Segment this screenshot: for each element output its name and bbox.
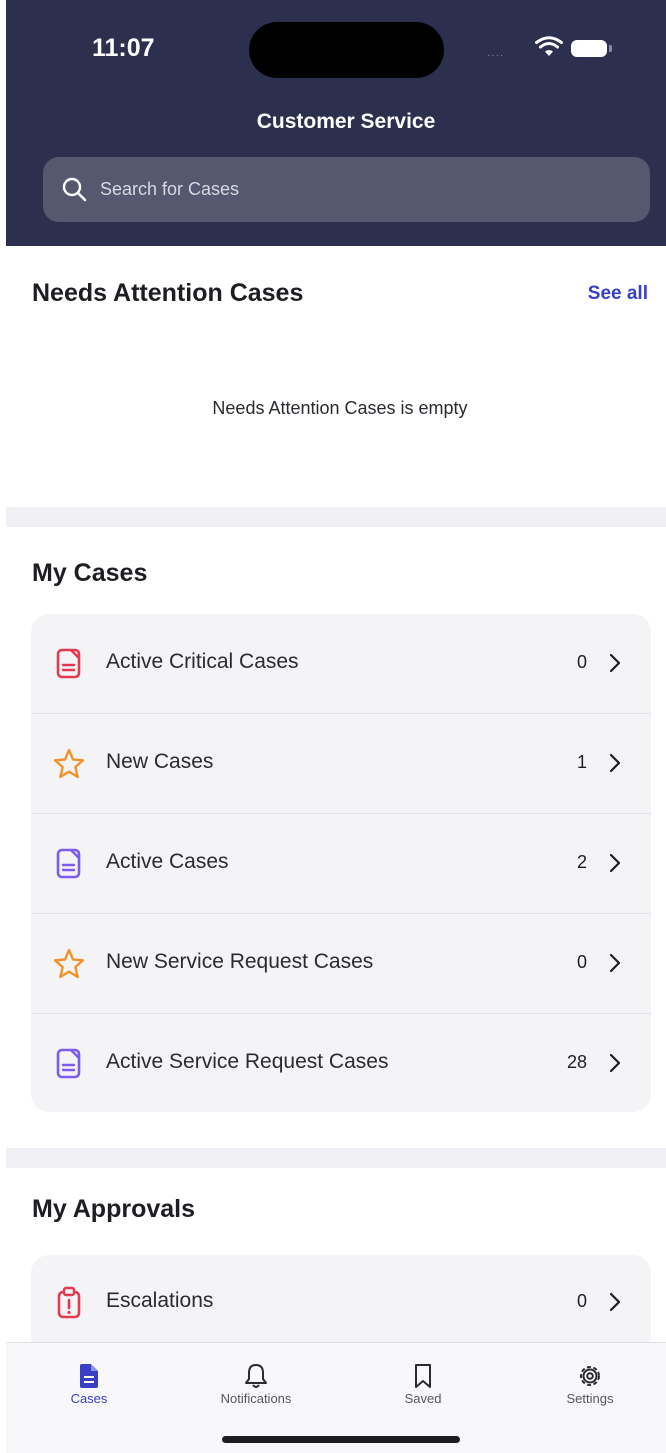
list-item-count: 0 (576, 1291, 587, 1311)
clipboard-alert-icon (57, 1286, 81, 1319)
list-item-count: 0 (576, 952, 587, 972)
list-item-label: Escalations (106, 1289, 214, 1312)
status-time: 11:07 (92, 34, 155, 62)
tab-label: Notifications (220, 1391, 292, 1406)
tab-label: Cases (70, 1391, 108, 1406)
chevron-right-icon (609, 853, 621, 873)
tab-settings[interactable]: Settings (525, 1343, 655, 1413)
list-item-count: 1 (576, 752, 587, 772)
star-icon (53, 948, 85, 979)
tab-saved[interactable]: Saved (358, 1343, 488, 1413)
section-divider (6, 1148, 666, 1168)
list-item-count: 2 (576, 852, 587, 872)
wifi-icon (535, 36, 563, 56)
star-icon (53, 748, 85, 779)
search-input[interactable]: Search for Cases (43, 157, 650, 222)
gear-icon (580, 1366, 600, 1386)
list-item-label: New Cases (106, 750, 214, 773)
needs-attention-title: Needs Attention Cases (32, 279, 304, 307)
list-item-label: Active Critical Cases (106, 650, 299, 673)
battery-icon (571, 40, 607, 57)
chevron-right-icon (609, 653, 621, 673)
page-title: Customer Service (256, 110, 436, 133)
chevron-right-icon (609, 953, 621, 973)
search-icon (62, 177, 87, 202)
battery-tip (609, 45, 612, 52)
list-item-label: Active Cases (106, 850, 229, 873)
tab-notifications[interactable]: Notifications (191, 1343, 321, 1413)
search-placeholder: Search for Cases (100, 179, 240, 199)
list-item-count: 0 (576, 652, 587, 672)
list-item-active-critical-cases[interactable]: Active Critical Cases 0 (31, 614, 651, 714)
tab-label: Settings (566, 1391, 614, 1406)
home-indicator (222, 1436, 460, 1443)
list-item-active-service-request-cases[interactable]: Active Service Request Cases 28 (31, 1014, 651, 1112)
dynamic-island (249, 22, 444, 78)
list-item-label: New Service Request Cases (106, 950, 374, 973)
my-approvals-title: My Approvals (32, 1195, 196, 1223)
document-icon (56, 1048, 81, 1079)
app-header: 11:07 ···· Customer Service Search for C… (6, 0, 666, 246)
bell-icon (245, 1364, 267, 1388)
chevron-right-icon (609, 1053, 621, 1073)
bookmark-icon (415, 1364, 431, 1388)
list-item-active-cases[interactable]: Active Cases 2 (31, 814, 651, 914)
cellular-signal-icon: ···· (487, 50, 505, 61)
list-item-count: 28 (566, 1052, 587, 1072)
list-item-escalations[interactable]: Escalations 0 (31, 1255, 651, 1353)
empty-state-text: Needs Attention Cases is empty (212, 398, 468, 418)
list-item-label: Active Service Request Cases (106, 1050, 389, 1073)
document-icon (56, 648, 81, 679)
section-divider (6, 507, 666, 527)
cases-icon (80, 1364, 98, 1388)
chevron-right-icon (609, 1292, 621, 1312)
see-all-link[interactable]: See all (588, 283, 648, 305)
my-cases-list: Active Critical Cases 0 New Cases 1 Acti… (31, 614, 651, 1112)
chevron-right-icon (609, 753, 621, 773)
document-icon (56, 848, 81, 879)
my-cases-title: My Cases (32, 559, 148, 587)
tab-cases[interactable]: Cases (24, 1343, 154, 1413)
list-item-new-service-request-cases[interactable]: New Service Request Cases 0 (31, 914, 651, 1014)
tab-label: Saved (404, 1391, 442, 1406)
list-item-new-cases[interactable]: New Cases 1 (31, 714, 651, 814)
